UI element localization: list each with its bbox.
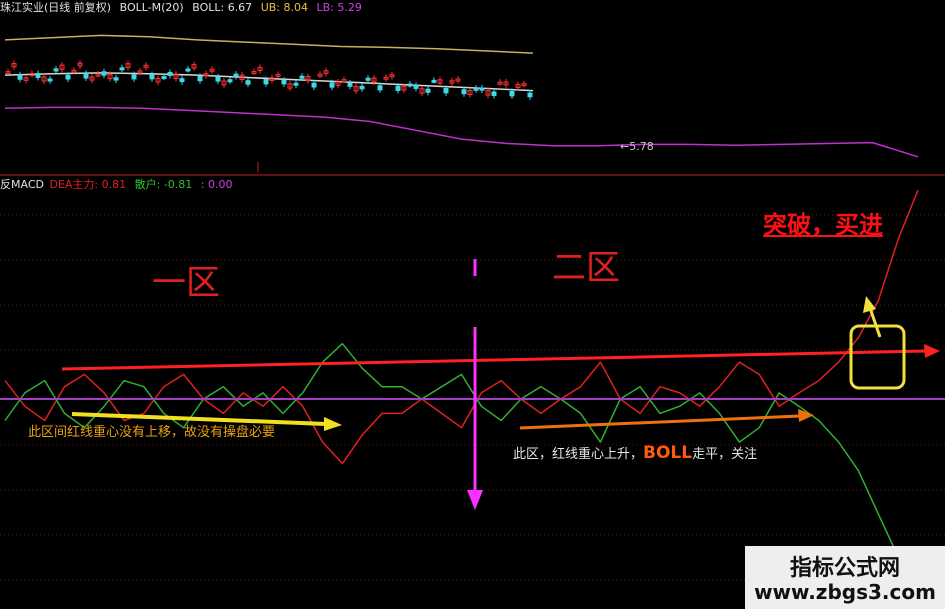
candle-body xyxy=(185,68,191,72)
candle-body xyxy=(413,85,419,89)
candle-body xyxy=(491,91,497,97)
boll-value: BOLL: 6.67 xyxy=(192,1,253,14)
candle-body xyxy=(131,74,137,80)
zone-divider-head xyxy=(467,490,483,510)
candle-body xyxy=(365,77,371,81)
candle-body xyxy=(527,92,533,98)
candle-body xyxy=(65,74,71,80)
candle-body xyxy=(161,76,167,80)
candle-body xyxy=(47,78,53,82)
indicator-name: BOLL-M(20) xyxy=(119,1,184,14)
boll-panel xyxy=(4,34,919,158)
candle-body xyxy=(299,75,305,79)
price-marker-label: ←5.78 xyxy=(620,140,654,153)
watermark-url: www.zbgs3.com xyxy=(754,580,936,604)
macd-value: : 0.00 xyxy=(200,178,233,191)
candle-body xyxy=(233,73,239,78)
dea-value: DEA主力: 0.81 xyxy=(49,178,127,191)
candle-body xyxy=(329,82,335,88)
zone-two-note-post: 走平，关注 xyxy=(692,447,758,462)
zone-two-label: 二区 xyxy=(552,248,620,288)
zone-two-note-pre: 此区，红线重心上升， xyxy=(513,447,644,462)
macd-panel xyxy=(4,189,919,587)
trend-arrow-red-head xyxy=(924,344,940,358)
candle-body xyxy=(443,88,449,94)
candle-body xyxy=(215,76,221,82)
candle-body xyxy=(167,72,173,76)
candle-body xyxy=(179,78,185,83)
macd-name: 反MACD xyxy=(0,178,44,191)
candle-body xyxy=(311,82,317,88)
candle-body xyxy=(377,85,383,91)
stock-chart-canvas: ←5.78 xyxy=(0,34,945,587)
zone-two-note-boll: BOLL xyxy=(643,443,693,463)
candle-body xyxy=(149,74,155,80)
breakout-label: 突破，买进 xyxy=(763,210,883,239)
candle-body xyxy=(35,73,41,78)
zone-one-note: 此区间红线重心没有上移，故没有操盘必要 xyxy=(28,425,276,440)
candle-body xyxy=(479,87,485,91)
zone-two-note: 此区，红线重心上升，BOLL走平，关注 xyxy=(513,443,757,463)
lb-value: LB: 5.29 xyxy=(316,1,362,14)
boll-line-ub xyxy=(4,34,534,54)
main-chart-header: 珠江实业(日线 前复权) BOLL-M(20) BOLL: 6.67 UB: 8… xyxy=(0,0,367,16)
candle-body xyxy=(197,75,203,82)
watermark: 指标公式网 www.zbgs3.com xyxy=(745,546,945,609)
candle-body xyxy=(347,82,353,87)
candle-body xyxy=(119,67,125,71)
candle-body xyxy=(425,88,431,93)
zone-one-label: 一区 xyxy=(152,263,220,303)
stock-name: 珠江实业(日线 前复权) xyxy=(0,1,112,14)
candle-body xyxy=(431,79,437,83)
candle-body xyxy=(227,79,233,83)
candle-body xyxy=(395,85,401,91)
candle-body xyxy=(281,79,287,85)
candle-body xyxy=(83,73,89,79)
candle-body xyxy=(473,87,479,91)
candle-body xyxy=(53,68,59,72)
candle-body xyxy=(407,83,413,87)
retail-value: 散户: -0.81 xyxy=(134,178,193,191)
candle-body xyxy=(509,90,515,97)
macd-grid xyxy=(0,214,945,581)
candle-body xyxy=(461,89,467,95)
candle-body xyxy=(359,85,365,90)
candles xyxy=(5,60,533,100)
candle-body xyxy=(101,71,107,76)
macd-header: 反MACD DEA主力: 0.81 散户: -0.81 : 0.00 xyxy=(0,177,238,193)
watermark-title: 指标公式网 xyxy=(789,556,900,581)
candle-body xyxy=(245,80,251,85)
ub-value: UB: 8.04 xyxy=(260,1,308,14)
breakout-pointer-head xyxy=(863,296,876,313)
candle-body xyxy=(263,78,269,85)
boll-line-lb xyxy=(4,106,919,158)
trend-arrow-red xyxy=(61,349,929,371)
yellow-arrow-head xyxy=(324,417,342,431)
orange-arrow xyxy=(519,414,801,430)
candle-body xyxy=(293,82,299,86)
candle-body xyxy=(17,74,23,80)
breakout-pointer-arrow xyxy=(868,307,882,338)
candle-body xyxy=(113,77,119,81)
